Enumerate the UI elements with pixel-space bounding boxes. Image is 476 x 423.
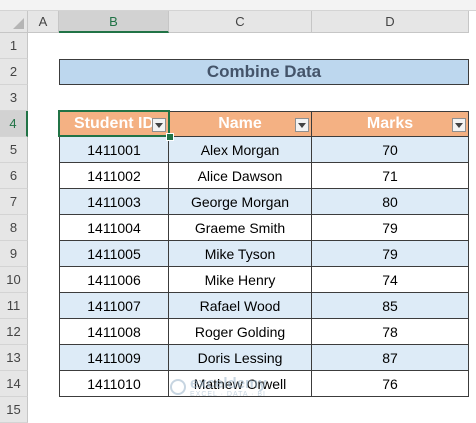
table-cell-student-id[interactable]: 1411009: [59, 345, 169, 371]
table-cell-student-id[interactable]: 1411001: [59, 137, 169, 163]
row-header-1[interactable]: 1: [0, 33, 28, 59]
table-cell-name[interactable]: Alice Dawson: [169, 163, 312, 189]
active-cell-border: [58, 110, 170, 137]
row-header-10[interactable]: 10: [0, 267, 28, 293]
table-cell-name[interactable]: George Morgan: [169, 189, 312, 215]
row-header-14[interactable]: 14: [0, 371, 28, 397]
table-cell-student-id[interactable]: 1411008: [59, 319, 169, 345]
table-cell-marks[interactable]: 79: [312, 215, 469, 241]
row-header-3[interactable]: 3: [0, 85, 28, 111]
fill-handle[interactable]: [166, 133, 174, 141]
table-cell-marks[interactable]: 71: [312, 163, 469, 189]
table-cell-student-id[interactable]: 1411006: [59, 267, 169, 293]
table-cell-name[interactable]: Graeme Smith: [169, 215, 312, 241]
table-cell-name[interactable]: Doris Lessing: [169, 345, 312, 371]
table-cell-student-id[interactable]: 1411010: [59, 371, 169, 397]
top-strip: [0, 0, 476, 11]
row-header-11[interactable]: 11: [0, 293, 28, 319]
table-cell-student-id[interactable]: 1411003: [59, 189, 169, 215]
header-label-marks: Marks: [366, 115, 414, 132]
header-label-name: Name: [218, 115, 262, 132]
table-cell-marks[interactable]: 79: [312, 241, 469, 267]
row-header-12[interactable]: 12: [0, 319, 28, 345]
table-cell-marks[interactable]: 74: [312, 267, 469, 293]
column-header-d[interactable]: D: [312, 11, 469, 33]
table-cell-student-id[interactable]: 1411002: [59, 163, 169, 189]
exceldemy-logo-icon: [170, 379, 186, 395]
table-cell-student-id[interactable]: 1411007: [59, 293, 169, 319]
table-cell-student-id[interactable]: 1411005: [59, 241, 169, 267]
row-header-13[interactable]: 13: [0, 345, 28, 371]
filter-dropdown-icon[interactable]: [295, 118, 309, 132]
header-cell-marks[interactable]: Marks: [312, 111, 469, 137]
table-cell-name[interactable]: Mike Tyson: [169, 241, 312, 267]
table-cell-marks[interactable]: 76: [312, 371, 469, 397]
watermark-name: exceldemy: [190, 375, 267, 392]
row-header-5[interactable]: 5: [0, 137, 28, 163]
table-cell-marks[interactable]: 70: [312, 137, 469, 163]
table-cell-marks[interactable]: 78: [312, 319, 469, 345]
watermark-tagline: EXCEL · DATA · BI: [190, 391, 266, 398]
combine-data-title[interactable]: Combine Data: [59, 59, 469, 85]
table-cell-student-id[interactable]: 1411004: [59, 215, 169, 241]
row-header-4[interactable]: 4: [0, 111, 28, 137]
row-header-2[interactable]: 2: [0, 59, 28, 85]
row-header-8[interactable]: 8: [0, 215, 28, 241]
row-header-7[interactable]: 7: [0, 189, 28, 215]
row-header-9[interactable]: 9: [0, 241, 28, 267]
row-header-15[interactable]: 15: [0, 397, 28, 423]
table-cell-marks[interactable]: 80: [312, 189, 469, 215]
select-all-corner[interactable]: [0, 11, 28, 33]
table-cell-name[interactable]: Rafael Wood: [169, 293, 312, 319]
table-cell-marks[interactable]: 87: [312, 345, 469, 371]
table-cell-name[interactable]: Mike Henry: [169, 267, 312, 293]
filter-dropdown-icon[interactable]: [452, 118, 466, 132]
table-cell-name[interactable]: Roger Golding: [169, 319, 312, 345]
header-cell-name[interactable]: Name: [169, 111, 312, 137]
table-cell-marks[interactable]: 85: [312, 293, 469, 319]
column-header-c[interactable]: C: [169, 11, 312, 33]
table-cell-name[interactable]: Alex Morgan: [169, 137, 312, 163]
select-all-triangle-icon: [13, 18, 24, 29]
column-header-b[interactable]: B: [59, 11, 169, 33]
column-header-a[interactable]: A: [28, 11, 59, 33]
row-header-6[interactable]: 6: [0, 163, 28, 189]
exceldemy-watermark: exceldemy EXCEL · DATA · BI: [170, 376, 267, 398]
